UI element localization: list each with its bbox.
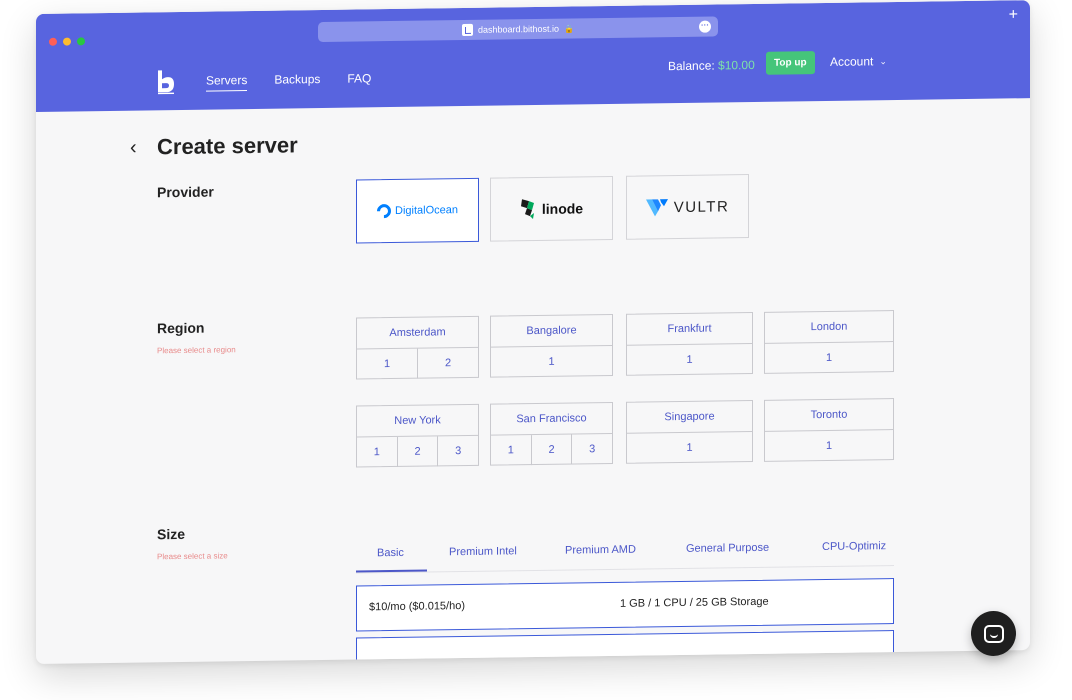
region-bangalore[interactable]: Bangalore 1	[490, 313, 613, 378]
chat-support-button[interactable]	[971, 611, 1016, 656]
region-frankfurt[interactable]: Frankfurt 1	[626, 311, 753, 376]
provider-label: Provider	[157, 183, 214, 201]
datacenter-option[interactable]: 1	[627, 344, 752, 376]
balance-amount: $10.00	[718, 57, 755, 73]
datacenter-option[interactable]: 1	[491, 435, 532, 466]
address-bar[interactable]: dashboard.bithost.io 🔒 ···	[318, 16, 718, 43]
digitalocean-logo-icon	[374, 201, 394, 222]
main-nav: Servers Backups FAQ	[206, 71, 371, 92]
datacenter-option[interactable]: 3	[438, 436, 478, 467]
datacenter-option[interactable]: 1	[357, 348, 418, 380]
provider-option-digitalocean[interactable]: DigitalOcean	[356, 177, 479, 244]
datacenter-option[interactable]: 1	[357, 436, 398, 468]
size-price: $10/mo ($0.015/ho)	[369, 600, 466, 614]
region-name: Toronto	[765, 399, 893, 432]
datacenter-option[interactable]: 1	[627, 432, 752, 464]
close-window-button[interactable]	[49, 37, 57, 46]
maximize-window-button[interactable]	[77, 37, 85, 46]
region-amsterdam[interactable]: Amsterdam 1 2	[356, 315, 479, 380]
region-singapore[interactable]: Singapore 1	[626, 399, 753, 464]
region-name: San Francisco	[491, 402, 612, 436]
region-toronto[interactable]: Toronto 1	[764, 398, 894, 462]
region-san-francisco[interactable]: San Francisco 1 2 3	[490, 401, 613, 466]
region-name: Amsterdam	[357, 316, 478, 350]
balance-label: Balance:	[668, 58, 715, 74]
lock-icon: 🔒	[564, 23, 575, 34]
datacenter-option[interactable]: 2	[397, 436, 439, 467]
region-name: London	[765, 311, 893, 344]
bithost-logo[interactable]	[156, 70, 176, 95]
vultr-logo-icon	[645, 199, 668, 217]
tab-premium-intel[interactable]: Premium Intel	[449, 545, 517, 558]
region-name: Frankfurt	[627, 313, 752, 346]
nav-item-backups[interactable]: Backups	[274, 72, 320, 91]
size-spec: 1 GB / 1 CPU / 25 GB Storage	[620, 595, 769, 610]
provider-name: linode	[541, 200, 584, 217]
provider-option-vultr[interactable]: VULTR	[626, 174, 749, 240]
more-options-icon[interactable]: ···	[699, 20, 711, 33]
nav-item-faq[interactable]: FAQ	[347, 71, 371, 89]
size-option-partial[interactable]	[356, 630, 894, 665]
region-error: Please select a region	[157, 345, 236, 356]
top-up-button[interactable]: Top up	[766, 51, 815, 75]
account-label: Account	[830, 54, 874, 69]
provider-name: VULTR	[673, 197, 730, 216]
region-name: Bangalore	[491, 314, 612, 348]
size-label: Size	[157, 525, 186, 543]
datacenter-option[interactable]: 1	[765, 342, 893, 374]
tab-premium-amd[interactable]: Premium AMD	[565, 544, 636, 557]
datacenter-option[interactable]: 2	[531, 434, 573, 466]
size-tabs: Basic Premium Intel Premium AMD General …	[356, 530, 894, 574]
chat-icon	[983, 624, 1004, 643]
chevron-down-icon: ⌄	[879, 55, 887, 66]
page-title: Create server	[157, 132, 298, 160]
account-menu[interactable]: Account ⌄	[830, 54, 887, 69]
back-arrow-icon[interactable]: ‹	[130, 137, 137, 160]
tab-cpu-optimized[interactable]: CPU-Optimiz	[822, 540, 886, 553]
url-text: dashboard.bithost.io	[477, 23, 560, 35]
main-content: ‹ Create server Provider DigitalOcean li…	[36, 98, 1030, 665]
window-controls	[49, 37, 85, 46]
linode-logo-icon	[520, 199, 534, 220]
datacenter-option[interactable]: 2	[418, 348, 478, 379]
datacenter-option[interactable]: 1	[765, 430, 893, 462]
region-name: New York	[357, 404, 478, 438]
site-favicon-icon	[461, 23, 473, 37]
provider-option-linode[interactable]: linode	[490, 175, 613, 242]
datacenter-option[interactable]: 3	[572, 434, 612, 465]
active-tab-indicator	[356, 569, 427, 573]
region-name: Singapore	[627, 401, 752, 434]
size-option[interactable]: $10/mo ($0.015/ho) 1 GB / 1 CPU / 25 GB …	[356, 578, 894, 632]
nav-item-servers[interactable]: Servers	[206, 73, 248, 92]
region-label: Region	[157, 319, 205, 337]
new-tab-icon[interactable]: +	[1009, 6, 1018, 24]
datacenter-option[interactable]: 1	[491, 346, 612, 378]
browser-window: dashboard.bithost.io 🔒 ··· + Servers Bac…	[36, 0, 1030, 665]
app-header: dashboard.bithost.io 🔒 ··· + Servers Bac…	[36, 0, 1030, 113]
minimize-window-button[interactable]	[63, 37, 71, 46]
tab-general-purpose[interactable]: General Purpose	[686, 542, 769, 555]
region-london[interactable]: London 1	[764, 310, 894, 374]
tab-basic[interactable]: Basic	[377, 547, 404, 559]
size-error: Please select a size	[157, 551, 228, 562]
region-new-york[interactable]: New York 1 2 3	[356, 403, 479, 468]
balance-display: Balance: $10.00	[668, 58, 755, 73]
provider-name: DigitalOcean	[395, 204, 458, 217]
